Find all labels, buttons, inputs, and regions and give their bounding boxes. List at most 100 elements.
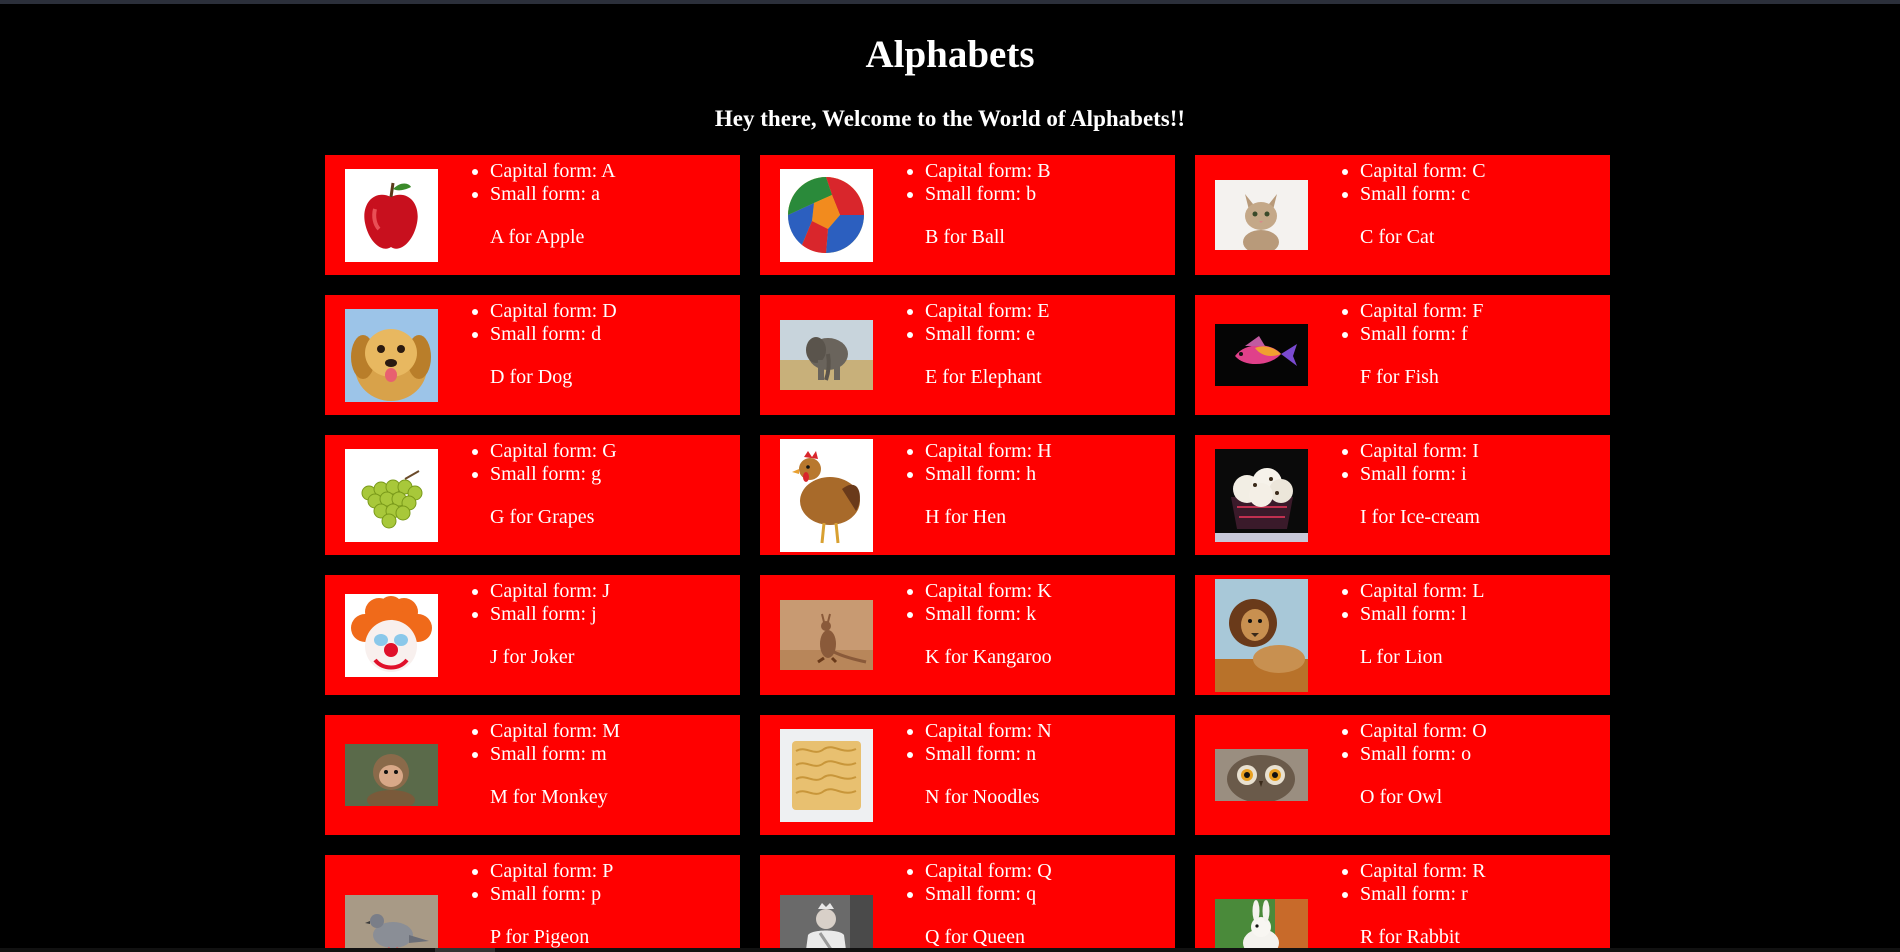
card-info: Capital form: CSmall form: c C for Cat <box>1338 160 1600 249</box>
capital-form: Capital form: N <box>925 720 1165 743</box>
capital-form: Capital form: H <box>925 440 1165 463</box>
small-form: Small form: o <box>1360 743 1600 766</box>
page-title: Alphabets <box>865 33 1035 76</box>
small-form: Small form: l <box>1360 603 1600 626</box>
alphabet-card-c: Capital form: CSmall form: c C for Cat <box>1195 155 1610 275</box>
alphabet-card-m: Capital form: MSmall form: m M for Monke… <box>325 715 740 835</box>
card-info: Capital form: BSmall form: b B for Ball <box>903 160 1165 249</box>
capital-form: Capital form: D <box>490 300 730 323</box>
alphabet-card-i: Capital form: ISmall form: i I for Ice-c… <box>1195 435 1610 555</box>
small-form: Small form: q <box>925 883 1165 906</box>
card-info: Capital form: NSmall form: n N for Noodl… <box>903 720 1165 809</box>
word-example: O for Owl <box>1360 786 1443 808</box>
alphabet-card-h: Capital form: HSmall form: h H for Hen <box>760 435 1175 555</box>
monkey-image <box>345 715 438 835</box>
word-example: B for Ball <box>925 226 1005 248</box>
alphabet-card-n: Capital form: NSmall form: n N for Noodl… <box>760 715 1175 835</box>
word-example: E for Elephant <box>925 366 1042 388</box>
word-example: P for Pigeon <box>490 926 590 948</box>
capital-form: Capital form: M <box>490 720 730 743</box>
word-example: F for Fish <box>1360 366 1439 388</box>
capital-form: Capital form: O <box>1360 720 1600 743</box>
word-example: R for Rabbit <box>1360 926 1460 948</box>
alphabet-card-e: Capital form: ESmall form: e E for Eleph… <box>760 295 1175 415</box>
card-info: Capital form: FSmall form: f F for Fish <box>1338 300 1600 389</box>
small-form: Small form: m <box>490 743 730 766</box>
card-info: Capital form: LSmall form: l L for Lion <box>1338 580 1600 669</box>
alphabet-card-f: Capital form: FSmall form: f F for Fish <box>1195 295 1610 415</box>
small-form: Small form: h <box>925 463 1165 486</box>
card-info: Capital form: MSmall form: m M for Monke… <box>468 720 730 809</box>
alphabet-card-r: Capital form: RSmall form: r R for Rabbi… <box>1195 855 1610 952</box>
alphabet-card-o: Capital form: OSmall form: o O for Owl <box>1195 715 1610 835</box>
word-example: C for Cat <box>1360 226 1435 248</box>
owl-image <box>1215 715 1308 835</box>
ball-image <box>780 155 873 275</box>
small-form: Small form: r <box>1360 883 1600 906</box>
ice-cream-image <box>1215 435 1308 555</box>
rabbit-image <box>1215 855 1308 952</box>
alphabet-card-l: Capital form: LSmall form: l L for Lion <box>1195 575 1610 695</box>
card-info: Capital form: ISmall form: i I for Ice-c… <box>1338 440 1600 529</box>
small-form: Small form: f <box>1360 323 1600 346</box>
lion-image <box>1215 575 1308 695</box>
alphabet-card-p: Capital form: PSmall form: p P for Pigeo… <box>325 855 740 952</box>
card-info: Capital form: ESmall form: e E for Eleph… <box>903 300 1165 389</box>
small-form: Small form: n <box>925 743 1165 766</box>
capital-form: Capital form: F <box>1360 300 1600 323</box>
card-info: Capital form: ASmall form: a A for Apple <box>468 160 730 249</box>
small-form: Small form: p <box>490 883 730 906</box>
word-example: J for Joker <box>490 646 575 668</box>
card-info: Capital form: RSmall form: r R for Rabbi… <box>1338 860 1600 949</box>
small-form: Small form: a <box>490 183 730 206</box>
small-form: Small form: e <box>925 323 1165 346</box>
small-form: Small form: c <box>1360 183 1600 206</box>
word-example: D for Dog <box>490 366 573 388</box>
cat-image <box>1215 155 1308 275</box>
word-example: N for Noodles <box>925 786 1040 808</box>
queen-image <box>780 855 873 952</box>
browser-top-bar <box>0 0 1900 4</box>
dog-image <box>345 295 438 415</box>
noodles-image <box>780 715 873 835</box>
card-info: Capital form: DSmall form: d D for Dog <box>468 300 730 389</box>
capital-form: Capital form: J <box>490 580 730 603</box>
horizontal-scrollbar[interactable] <box>0 948 1900 952</box>
card-info: Capital form: HSmall form: h H for Hen <box>903 440 1165 529</box>
capital-form: Capital form: L <box>1360 580 1600 603</box>
card-info: Capital form: KSmall form: k K for Kanga… <box>903 580 1165 669</box>
word-example: Q for Queen <box>925 926 1025 948</box>
grapes-image <box>345 435 438 555</box>
scrollbar-thumb[interactable] <box>435 948 495 952</box>
hen-image <box>780 435 873 555</box>
alphabet-grid: Capital form: ASmall form: a A for Apple… <box>325 155 1610 952</box>
capital-form: Capital form: Q <box>925 860 1165 883</box>
alphabet-card-b: Capital form: BSmall form: b B for Ball <box>760 155 1175 275</box>
word-example: M for Monkey <box>490 786 608 808</box>
alphabet-card-j: Capital form: JSmall form: j J for Joker <box>325 575 740 695</box>
card-info: Capital form: JSmall form: j J for Joker <box>468 580 730 669</box>
small-form: Small form: b <box>925 183 1165 206</box>
capital-form: Capital form: P <box>490 860 730 883</box>
joker-image <box>345 575 438 695</box>
capital-form: Capital form: R <box>1360 860 1600 883</box>
capital-form: Capital form: A <box>490 160 730 183</box>
alphabet-card-k: Capital form: KSmall form: k K for Kanga… <box>760 575 1175 695</box>
word-example: L for Lion <box>1360 646 1443 668</box>
small-form: Small form: j <box>490 603 730 626</box>
elephant-image <box>780 295 873 415</box>
apple-image <box>345 155 438 275</box>
alphabet-card-g: Capital form: GSmall form: g G for Grape… <box>325 435 740 555</box>
capital-form: Capital form: I <box>1360 440 1600 463</box>
word-example: H for Hen <box>925 506 1007 528</box>
word-example: I for Ice-cream <box>1360 506 1480 528</box>
small-form: Small form: d <box>490 323 730 346</box>
fish-image <box>1215 295 1308 415</box>
small-form: Small form: g <box>490 463 730 486</box>
page-subtitle: Hey there, Welcome to the World of Alpha… <box>714 106 1186 131</box>
capital-form: Capital form: C <box>1360 160 1600 183</box>
small-form: Small form: k <box>925 603 1165 626</box>
alphabet-card-q: Capital form: QSmall form: q Q for Queen <box>760 855 1175 952</box>
card-info: Capital form: QSmall form: q Q for Queen <box>903 860 1165 949</box>
capital-form: Capital form: E <box>925 300 1165 323</box>
